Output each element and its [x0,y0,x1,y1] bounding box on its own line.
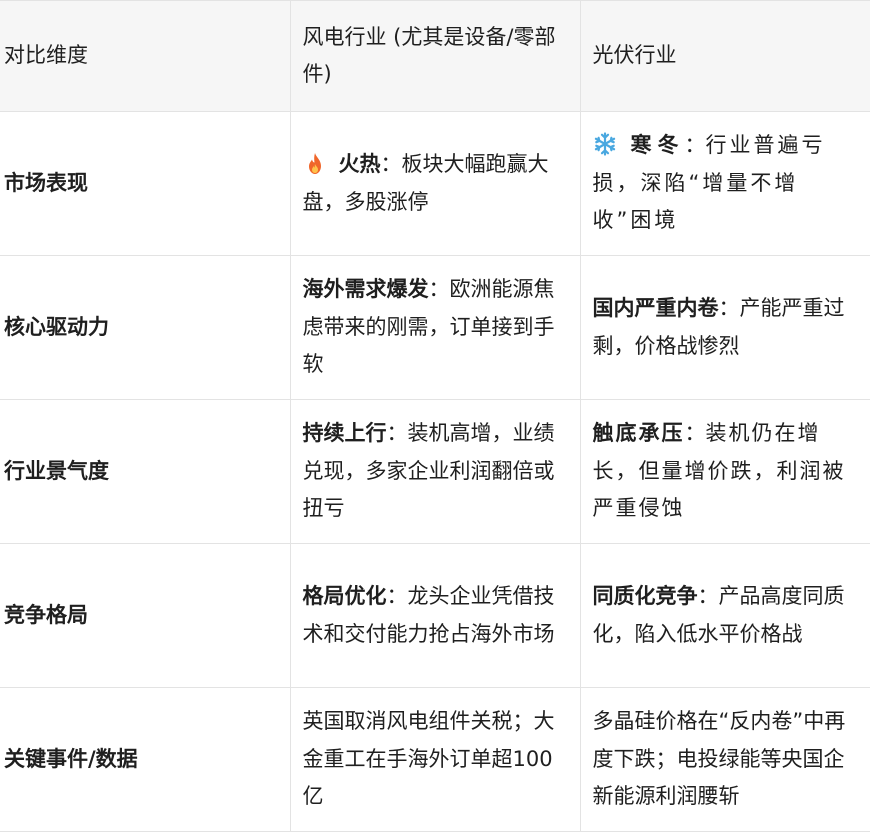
wind-keyword: 海外需求爆发 [302,277,429,302]
pv-cell: 触底承压：装机仍在增长，但量增价跌，利润被严重侵蚀 [580,399,870,544]
pv-keyword: 国内严重内卷 [592,296,719,320]
snowflake-icon [593,131,617,156]
pv-sep: ： [684,421,706,446]
pv-cell: 国内严重内卷：产能严重过剩，价格战惨烈 [580,255,870,400]
pv-cell: 多晶硅价格在“反内卷”中再度下跌；电投绿能等央国企新能源利润腰斩 [580,687,870,832]
table-row: 竞争格局 格局优化：龙头企业凭借技术和交付能力抢占海外市场 同质化竞争：产品高度… [0,543,870,688]
row-dimension: 关键事件/数据 [0,687,291,832]
wind-cell: 英国取消风电组件关税；大金重工在手海外订单超100亿 [290,687,581,832]
wind-sep: ： [380,152,402,176]
pv-cell: 同质化竞争：产品高度同质化，陷入低水平价格战 [580,543,870,688]
pv-sep: ： [684,133,706,158]
table-row: 关键事件/数据 英国取消风电组件关税；大金重工在手海外订单超100亿 多晶硅价格… [0,687,870,832]
row-dimension: 核心驱动力 [0,255,291,400]
header-dimension: 对比维度 [0,0,291,112]
wind-sep: ： [386,421,408,446]
row-dimension: 行业景气度 [0,399,291,544]
pv-keyword: 触底承压 [592,421,685,446]
pv-text: 行业普遍亏损，深陷“增量不增收”困境 [592,133,826,233]
pv-cell: 寒冬：行业普遍亏损，深陷“增量不增收”困境 [580,111,870,256]
wind-sep: ： [386,584,408,608]
wind-keyword: 格局优化 [302,584,387,608]
table-row: 市场表现 火热：板块大幅跑赢大盘，多股涨停 寒冬：行业普遍亏损，深陷“增量不增收… [0,111,870,256]
wind-sep: ： [428,277,450,302]
pv-sep: ： [718,296,740,320]
pv-keyword: 寒冬 [630,133,685,158]
pv-sep: ： [697,584,719,608]
wind-cell: 火热：板块大幅跑赢大盘，多股涨停 [290,111,581,256]
wind-cell: 格局优化：龙头企业凭借技术和交付能力抢占海外市场 [290,543,581,688]
pv-keyword: 同质化竞争 [592,584,698,608]
comparison-table: 对比维度 风电行业 (尤其是设备/零部件) 光伏行业 市场表现 火热：板块大幅跑… [0,0,870,832]
header-pv: 光伏行业 [580,0,870,112]
wind-keyword: 火热 [338,152,381,176]
row-dimension: 市场表现 [0,111,291,256]
wind-cell: 持续上行：装机高增，业绩兑现，多家企业利润翻倍或扭亏 [290,399,581,544]
pv-text: 多晶硅价格在“反内卷”中再度下跌；电投绿能等央国企新能源利润腰斩 [592,709,846,809]
table-row: 核心驱动力 海外需求爆发：欧洲能源焦虑带来的刚需，订单接到手软 国内严重内卷：产… [0,255,870,400]
wind-text: 英国取消风电组件关税；大金重工在手海外订单超100亿 [302,709,555,809]
table-row: 行业景气度 持续上行：装机高增，业绩兑现，多家企业利润翻倍或扭亏 触底承压：装机… [0,399,870,544]
wind-keyword: 持续上行 [302,421,387,446]
table-header-row: 对比维度 风电行业 (尤其是设备/零部件) 光伏行业 [0,0,870,112]
wind-cell: 海外需求爆发：欧洲能源焦虑带来的刚需，订单接到手软 [290,255,581,400]
header-wind: 风电行业 (尤其是设备/零部件) [290,0,581,112]
fire-icon [307,149,323,174]
row-dimension: 竞争格局 [0,543,291,688]
